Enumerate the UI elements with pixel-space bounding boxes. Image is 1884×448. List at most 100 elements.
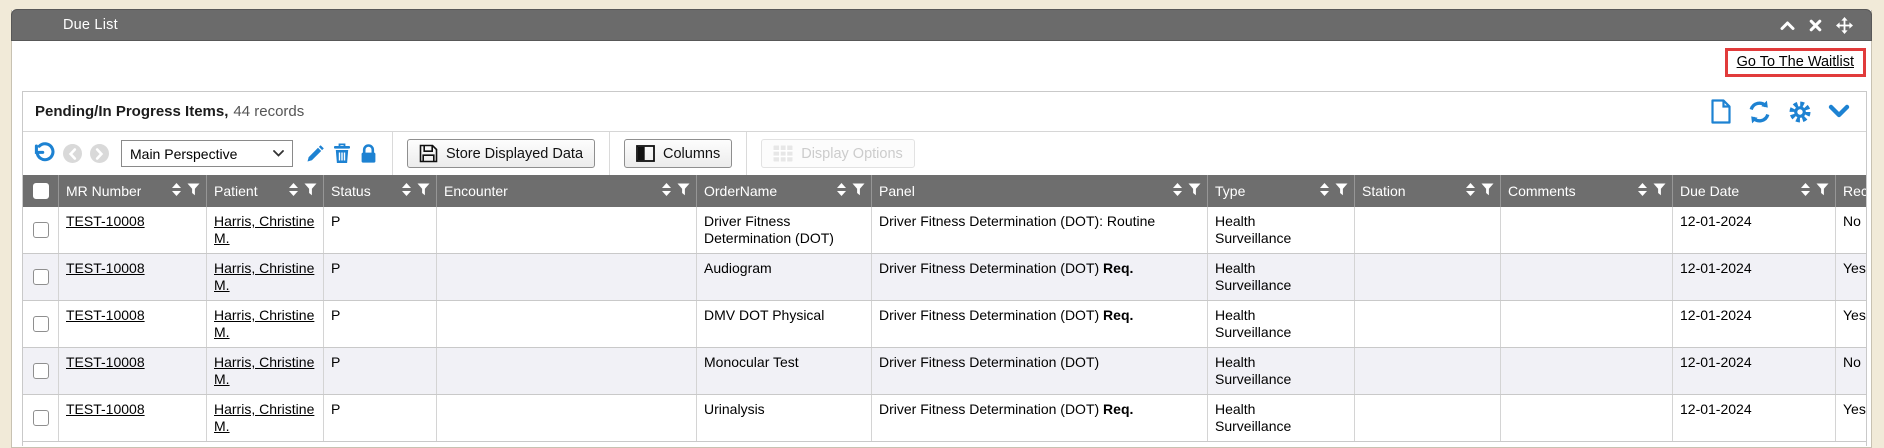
window-title: Due List xyxy=(12,17,118,33)
new-document-icon[interactable] xyxy=(1711,99,1731,124)
column-header-panel[interactable]: Panel xyxy=(872,175,1208,207)
pending-items-panel: Pending/In Progress Items, 44 records xyxy=(22,91,1867,446)
column-header-type[interactable]: Type xyxy=(1208,175,1355,207)
close-icon[interactable] xyxy=(1809,19,1822,32)
waitlist-row: Go To The Waitlist xyxy=(12,41,1871,91)
chevron-down-icon[interactable] xyxy=(1828,104,1850,119)
column-label-rec: Recurring xyxy=(1843,183,1867,199)
filter-icon[interactable] xyxy=(417,183,430,199)
sort-icon[interactable] xyxy=(662,183,671,199)
pencil-icon[interactable] xyxy=(305,144,325,164)
sort-icon[interactable] xyxy=(1173,183,1182,199)
patient-link[interactable]: Harris, Christine M. xyxy=(214,213,314,246)
column-header-due[interactable]: Due Date xyxy=(1673,175,1836,207)
cell-patient: Harris, Christine M. xyxy=(207,395,324,441)
sort-icon[interactable] xyxy=(837,183,846,199)
row-checkbox[interactable] xyxy=(33,269,49,285)
trash-icon[interactable] xyxy=(333,143,351,164)
filter-icon[interactable] xyxy=(187,183,200,199)
chevron-left-icon[interactable] xyxy=(63,144,82,163)
row-select-cell xyxy=(23,348,59,394)
sort-icon[interactable] xyxy=(172,183,181,199)
due-list-window: Due List Go To The Waitlist Pending/In P… xyxy=(11,10,1872,448)
cell-rec: Yes xyxy=(1836,395,1867,441)
patient-link[interactable]: Harris, Christine M. xyxy=(214,401,314,434)
table-row: TEST-10008 Harris, Christine M. P DMV DOT P… xyxy=(23,301,1867,348)
store-displayed-data-label: Store Displayed Data xyxy=(446,146,583,162)
cell-order: DMV DOT Physical xyxy=(697,301,872,347)
cell-status: P xyxy=(324,395,437,441)
cell-order: Urinalysis xyxy=(697,395,872,441)
table-row: TEST-10008Harris, Christine M.PMonocular… xyxy=(23,348,1867,395)
toolbar-divider xyxy=(392,132,393,175)
grid-icon xyxy=(773,145,793,162)
filter-icon[interactable] xyxy=(677,183,690,199)
cell-status: P xyxy=(324,301,437,347)
refresh-icon[interactable] xyxy=(1747,100,1772,124)
row-checkbox[interactable] xyxy=(33,222,49,238)
mr-number-link[interactable]: TEST-10008 xyxy=(66,260,145,276)
column-label-mr: MR Number xyxy=(66,183,141,199)
lock-icon[interactable] xyxy=(359,143,378,164)
filter-icon[interactable] xyxy=(1653,183,1666,199)
chevron-up-icon[interactable] xyxy=(1780,20,1795,31)
select-all-checkbox[interactable] xyxy=(33,183,49,199)
cell-due: 12-01-2024 xyxy=(1673,395,1836,441)
patient-link[interactable]: Harris, Christine M. xyxy=(214,260,314,293)
mr-number-link[interactable]: TEST-10008 xyxy=(66,213,145,229)
cell-panel: Driver Fitness Determination (DOT) Req. xyxy=(872,395,1208,441)
sort-icon[interactable] xyxy=(402,183,411,199)
mr-number-link[interactable]: TEST-10008 xyxy=(66,354,145,370)
filter-icon[interactable] xyxy=(304,183,317,199)
row-checkbox[interactable] xyxy=(33,316,49,332)
sort-icon[interactable] xyxy=(1320,183,1329,199)
cell-encounter xyxy=(437,254,697,300)
column-header-status[interactable]: Status xyxy=(324,175,437,207)
column-header-patient[interactable]: Patient xyxy=(207,175,324,207)
cell-station xyxy=(1355,395,1501,441)
sort-icon[interactable] xyxy=(1638,183,1647,199)
patient-link[interactable]: Harris, Christine M. xyxy=(214,307,314,340)
move-icon[interactable] xyxy=(1836,17,1853,34)
undo-icon[interactable] xyxy=(32,142,55,165)
column-header-order[interactable]: OrderName xyxy=(697,175,872,207)
mr-number-link[interactable]: TEST-10008 xyxy=(66,401,145,417)
column-header-comments[interactable]: Comments xyxy=(1501,175,1673,207)
cell-patient: Harris, Christine M. xyxy=(207,207,324,253)
go-to-waitlist-link[interactable]: Go To The Waitlist xyxy=(1725,48,1866,77)
column-header-mr[interactable]: MR Number xyxy=(59,175,207,207)
sort-icon[interactable] xyxy=(1801,183,1810,199)
column-header-station[interactable]: Station xyxy=(1355,175,1501,207)
cell-mr: TEST-10008 xyxy=(59,395,207,441)
table-row: TEST-10008 Harris, Christine M. P Urinalysi… xyxy=(23,395,1867,442)
columns-icon xyxy=(636,145,655,162)
table-row: TEST-10008Harris, Christine M.PDriver Fi… xyxy=(23,207,1867,254)
column-label-due: Due Date xyxy=(1680,183,1739,199)
row-checkbox[interactable] xyxy=(33,410,49,426)
store-displayed-data-button[interactable]: Store Displayed Data xyxy=(407,139,595,168)
cell-mr: TEST-10008 xyxy=(59,207,207,253)
filter-icon[interactable] xyxy=(1335,183,1348,199)
row-checkbox[interactable] xyxy=(33,363,49,379)
filter-icon[interactable] xyxy=(1816,183,1829,199)
chevron-right-icon[interactable] xyxy=(90,144,109,163)
sort-icon[interactable] xyxy=(289,183,298,199)
filter-icon[interactable] xyxy=(1481,183,1494,199)
column-label-status: Status xyxy=(331,183,371,199)
filter-icon[interactable] xyxy=(852,183,865,199)
patient-link[interactable]: Harris, Christine M. xyxy=(214,354,314,387)
perspective-select[interactable]: Main Perspective xyxy=(121,140,293,167)
mr-number-link[interactable]: TEST-10008 xyxy=(66,307,145,323)
cell-due: 12-01-2024 xyxy=(1673,348,1836,394)
cell-rec: No xyxy=(1836,207,1867,253)
titlebar-controls xyxy=(1780,17,1871,34)
filter-icon[interactable] xyxy=(1188,183,1201,199)
columns-button[interactable]: Columns xyxy=(624,139,732,168)
column-header-rec[interactable]: Recurring xyxy=(1836,175,1867,207)
columns-label: Columns xyxy=(663,146,720,162)
gear-icon[interactable] xyxy=(1788,100,1812,124)
cell-rec: No xyxy=(1836,348,1867,394)
column-header-encounter[interactable]: Encounter xyxy=(437,175,697,207)
cell-panel: Driver Fitness Determination (DOT) Req. xyxy=(872,301,1208,347)
sort-icon[interactable] xyxy=(1466,183,1475,199)
